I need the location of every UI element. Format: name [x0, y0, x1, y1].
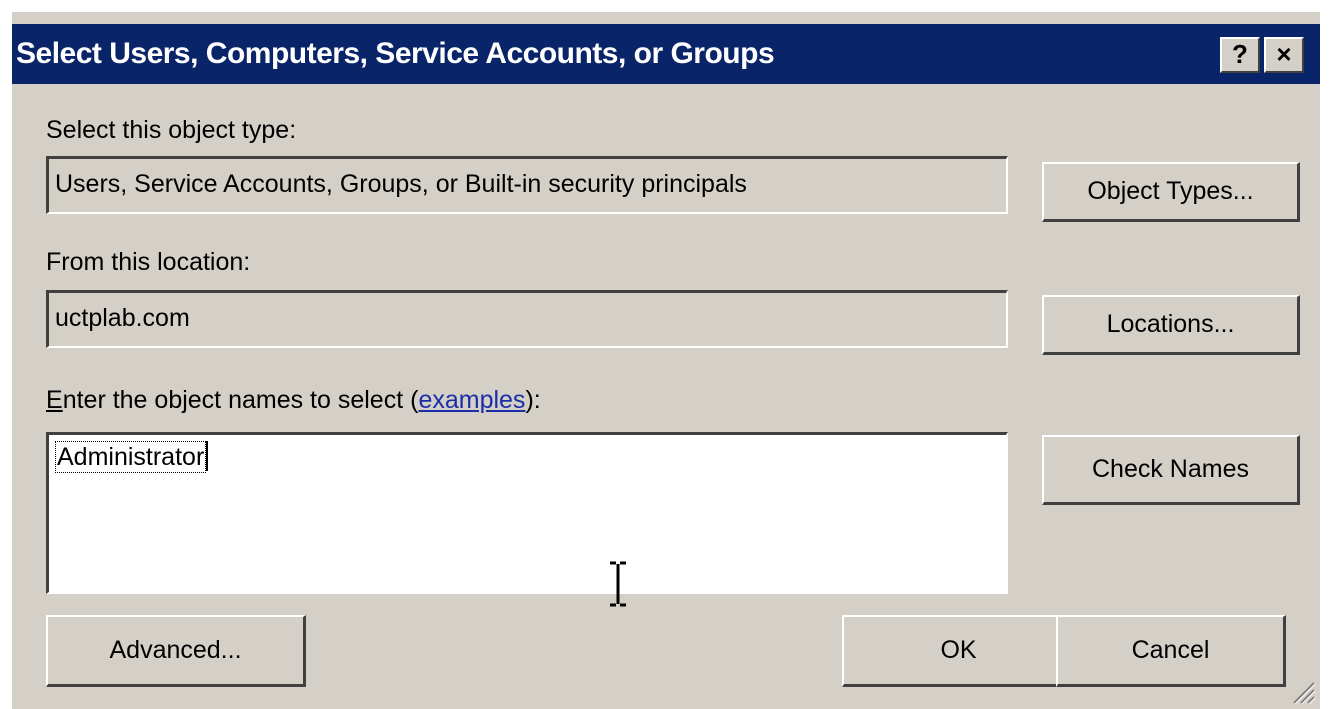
select-users-dialog: Select Users, Computers, Service Account… — [10, 10, 1320, 709]
ibeam-cursor-icon — [610, 561, 626, 607]
help-button[interactable]: ? — [1220, 37, 1260, 73]
text-caret — [206, 441, 209, 471]
object-names-label: Enter the object names to select (exampl… — [46, 386, 541, 415]
cancel-button[interactable]: Cancel — [1056, 615, 1286, 687]
dialog-title: Select Users, Computers, Service Account… — [16, 37, 775, 70]
locations-button[interactable]: Locations... — [1042, 295, 1300, 355]
object-names-label-end: ): — [525, 386, 541, 414]
close-button[interactable]: × — [1264, 37, 1304, 73]
ok-button[interactable]: OK — [842, 615, 1076, 687]
resize-grip-icon[interactable] — [1288, 677, 1316, 705]
check-names-button[interactable]: Check Names — [1042, 435, 1300, 505]
location-field: uctplab.com — [46, 290, 1008, 348]
advanced-button[interactable]: Advanced... — [46, 615, 306, 687]
object-names-label-text: nter the object names to select ( — [62, 386, 419, 414]
typed-name: Administrator — [55, 441, 207, 473]
accelerator-key: E — [46, 386, 63, 414]
location-label: From this location: — [46, 248, 251, 276]
dialog-titlebar[interactable]: Select Users, Computers, Service Account… — [12, 24, 1320, 84]
object-types-button[interactable]: Object Types... — [1042, 162, 1300, 222]
examples-link[interactable]: examples — [418, 386, 525, 414]
object-type-field: Users, Service Accounts, Groups, or Buil… — [46, 156, 1008, 214]
object-type-label: Select this object type: — [46, 116, 297, 144]
object-names-input[interactable]: Administrator — [46, 432, 1008, 594]
